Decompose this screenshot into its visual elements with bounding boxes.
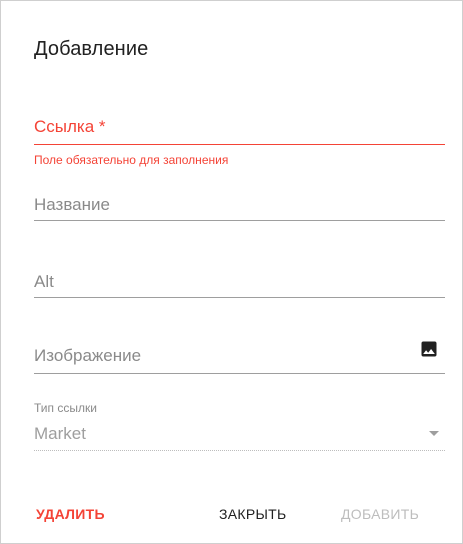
alt-label[interactable]: Alt xyxy=(34,272,54,292)
delete-button[interactable]: УДАЛИТЬ xyxy=(36,506,105,522)
image-icon[interactable] xyxy=(419,339,439,359)
link-type-underline xyxy=(34,450,445,451)
image-label[interactable]: Изображение xyxy=(34,346,141,366)
dialog-title: Добавление xyxy=(34,38,149,60)
name-label[interactable]: Название xyxy=(34,195,110,215)
alt-underline xyxy=(34,297,445,298)
link-label[interactable]: Ссылка * xyxy=(34,117,106,137)
image-underline xyxy=(34,373,445,374)
add-dialog: Добавление Ссылка * Поле обязательно для… xyxy=(0,0,463,544)
add-button[interactable]: ДОБАВИТЬ xyxy=(341,506,419,522)
link-error-message: Поле обязательно для заполнения xyxy=(34,153,229,167)
dropdown-arrow-icon[interactable] xyxy=(429,431,439,436)
link-type-label: Тип ссылки xyxy=(34,401,97,415)
link-type-select[interactable]: Market xyxy=(34,424,86,444)
link-underline xyxy=(34,144,445,145)
name-underline xyxy=(34,220,445,221)
close-button[interactable]: ЗАКРЫТЬ xyxy=(219,506,287,522)
